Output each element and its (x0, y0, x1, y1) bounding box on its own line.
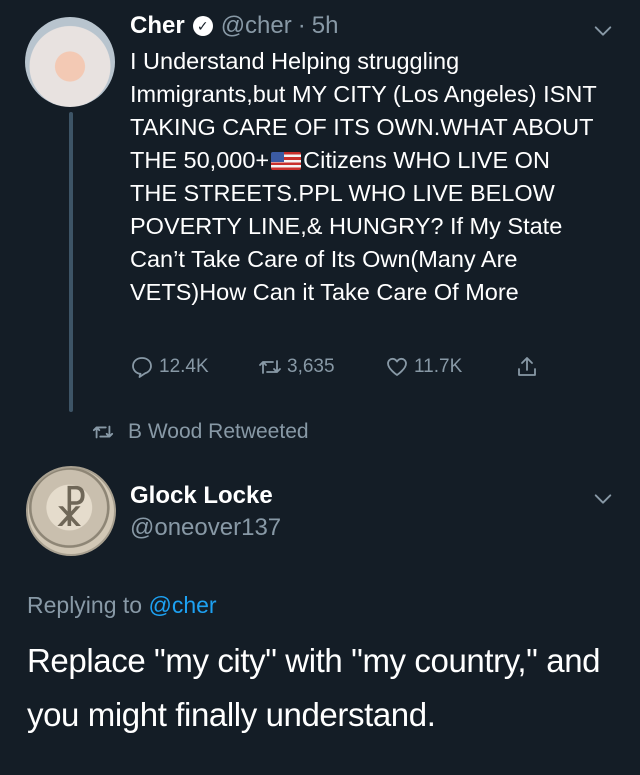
replying-prefix: Replying to (27, 592, 143, 618)
reply-text: Replace "my city" with "my country," and… (27, 642, 601, 733)
retweet-count: 3,635 (287, 356, 335, 377)
retweet-note: B Wood Retweeted (92, 420, 309, 444)
like-icon (387, 357, 407, 376)
verified-icon: ✓ (192, 16, 213, 36)
separator: · (297, 12, 306, 39)
retweet-note-text[interactable]: B Wood Retweeted (128, 420, 309, 444)
tweet-text: I Understand Helping struggling Immigran… (130, 45, 600, 309)
author-name[interactable]: Cher (130, 12, 185, 40)
chevron-down-icon[interactable] (592, 488, 614, 510)
retweet-icon (92, 425, 114, 439)
avatar[interactable] (25, 17, 115, 107)
share-button[interactable] (515, 355, 544, 379)
tweet-time[interactable]: 5h (312, 12, 339, 40)
tweet-actions: 12.4K 3,635 11.7K (130, 355, 560, 385)
tweet-header: Cher ✓ @cher · 5h (130, 12, 338, 40)
avatar[interactable]: ☧ (26, 466, 116, 556)
reply-button[interactable]: 12.4K (130, 355, 209, 379)
retweet-button[interactable]: 3,635 (258, 355, 335, 379)
retweet-icon (259, 360, 281, 374)
share-icon (518, 357, 536, 376)
reply-author-name[interactable]: Glock Locke (130, 482, 273, 510)
chi-rho-icon: ☧ (53, 485, 89, 537)
reply-author-handle[interactable]: @oneover137 (130, 514, 281, 542)
author-handle[interactable]: @cher (221, 12, 292, 40)
reply-icon (132, 357, 152, 378)
reply-count: 12.4K (159, 356, 209, 377)
like-button[interactable]: 11.7K (385, 355, 462, 379)
flag-usa-icon (271, 152, 302, 170)
replying-mention[interactable]: @cher (148, 592, 216, 618)
replying-to: Replying to @cher (27, 592, 217, 619)
chevron-down-icon[interactable] (592, 20, 614, 42)
like-count: 11.7K (414, 356, 463, 377)
thread-line (69, 112, 73, 412)
